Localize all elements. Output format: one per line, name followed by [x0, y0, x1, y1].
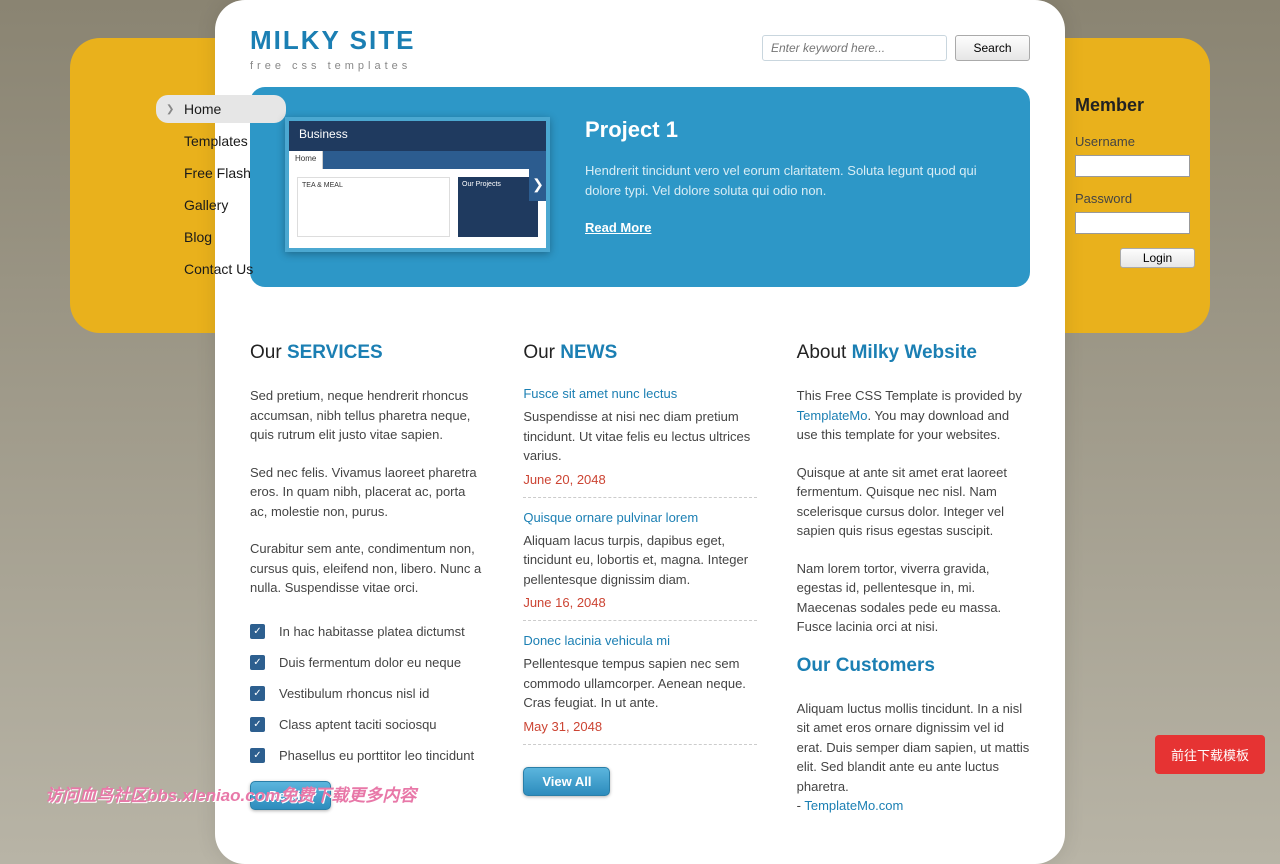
- news-date: June 20, 2048: [523, 472, 756, 487]
- services-para: Curabitur sem ante, condimentum non, cur…: [250, 539, 483, 598]
- search-area: Search: [762, 35, 1030, 61]
- services-column: Our SERVICES Sed pretium, neque hendreri…: [250, 342, 483, 834]
- nav-label: Contact Us: [184, 261, 253, 277]
- search-input[interactable]: [762, 35, 947, 61]
- nav-label: Home: [184, 101, 221, 117]
- news-item: Quisque ornare pulvinar lorem Aliquam la…: [523, 510, 756, 622]
- nav-free-flash[interactable]: ❯Free Flash: [156, 159, 286, 187]
- news-date: May 31, 2048: [523, 719, 756, 734]
- news-item: Fusce sit amet nunc lectus Suspendisse a…: [523, 386, 756, 498]
- list-item: ✓Vestibulum rhoncus nisl id: [250, 678, 483, 709]
- about-para: This Free CSS Template is provided by Te…: [797, 386, 1030, 445]
- nav-home[interactable]: ❯ Home: [156, 95, 286, 123]
- hero-title: Project 1: [585, 117, 995, 143]
- about-para: Quisque at ante sit amet erat laoreet fe…: [797, 463, 1030, 541]
- services-para: Sed nec felis. Vivamus laoreet pharetra …: [250, 463, 483, 522]
- news-title-link[interactable]: Fusce sit amet nunc lectus: [523, 386, 756, 401]
- list-item: ✓In hac habitasse platea dictumst: [250, 616, 483, 647]
- nav-gallery[interactable]: ❯Gallery: [156, 191, 286, 219]
- login-button[interactable]: Login: [1120, 248, 1195, 268]
- list-item: ✓Class aptent taciti sociosqu: [250, 709, 483, 740]
- check-icon: ✓: [250, 717, 265, 732]
- member-heading: Member: [1075, 95, 1195, 116]
- site-tagline: free css templates: [250, 60, 415, 72]
- customers-link[interactable]: TemplateMo.com: [804, 798, 903, 813]
- content-columns: Our SERVICES Sed pretium, neque hendreri…: [215, 287, 1065, 834]
- services-heading: Our SERVICES: [250, 342, 483, 364]
- services-checklist: ✓In hac habitasse platea dictumst ✓Duis …: [250, 616, 483, 771]
- check-icon: ✓: [250, 748, 265, 763]
- site-title: MILKY SITE: [250, 25, 415, 56]
- check-icon: ✓: [250, 686, 265, 701]
- sidebar-nav: ❯ Home ❯Templates ❯Free Flash ❯Gallery ❯B…: [156, 95, 286, 287]
- services-para: Sed pretium, neque hendrerit rhoncus acc…: [250, 386, 483, 445]
- list-item: ✓Phasellus eu porttitor leo tincidunt: [250, 740, 483, 771]
- about-column: About Milky Website This Free CSS Templa…: [797, 342, 1030, 834]
- news-heading: Our NEWS: [523, 342, 756, 364]
- nav-label: Templates: [184, 133, 248, 149]
- check-icon: ✓: [250, 624, 265, 639]
- watermark-text: 访问血鸟社区bbs.xleniao.com免费下载更多内容: [45, 781, 416, 806]
- nav-blog[interactable]: ❯Blog: [156, 223, 286, 251]
- templatemo-link[interactable]: TemplateMo: [797, 408, 868, 423]
- search-button[interactable]: Search: [955, 35, 1030, 61]
- news-item: Donec lacinia vehicula mi Pellentesque t…: [523, 633, 756, 745]
- list-item: ✓Duis fermentum dolor eu neque: [250, 647, 483, 678]
- nav-label: Gallery: [184, 197, 228, 213]
- username-label: Username: [1075, 134, 1195, 149]
- view-all-button[interactable]: View All: [523, 767, 610, 796]
- password-label: Password: [1075, 191, 1195, 206]
- customers-para: Aliquam luctus mollis tincidunt. In a ni…: [797, 699, 1030, 816]
- thumb-title: Business: [289, 121, 546, 151]
- hero-desc: Hendrerit tincidunt vero vel eorum clari…: [585, 161, 995, 200]
- page-header: MILKY SITE free css templates Search: [215, 0, 1065, 87]
- nav-templates[interactable]: ❯Templates: [156, 127, 286, 155]
- news-text: Pellentesque tempus sapien nec sem commo…: [523, 654, 756, 713]
- nav-contact[interactable]: ❯Contact Us: [156, 255, 286, 283]
- news-title-link[interactable]: Donec lacinia vehicula mi: [523, 633, 756, 648]
- username-input[interactable]: [1075, 155, 1190, 177]
- hero-thumbnail[interactable]: Business Home TEA & MEAL Our Projects ❯: [285, 117, 550, 252]
- customers-heading: Our Customers: [797, 655, 1030, 677]
- news-title-link[interactable]: Quisque ornare pulvinar lorem: [523, 510, 756, 525]
- about-heading: About Milky Website: [797, 342, 1030, 364]
- hero-text: Project 1 Hendrerit tincidunt vero vel e…: [585, 117, 995, 252]
- main-content-card: ❯Home ❯Templates ❯Free Flash ❯Gallery ❯B…: [215, 0, 1065, 864]
- check-icon: ✓: [250, 655, 265, 670]
- news-date: June 16, 2048: [523, 595, 756, 610]
- nav-label: Blog: [184, 229, 212, 245]
- about-para: Nam lorem tortor, viverra gravida, egest…: [797, 559, 1030, 637]
- chevron-right-icon: ❯: [166, 104, 178, 115]
- read-more-link[interactable]: Read More: [585, 220, 651, 235]
- carousel-next-icon[interactable]: ❯: [529, 169, 547, 201]
- nav-label: Free Flash: [184, 165, 251, 181]
- news-column: Our NEWS Fusce sit amet nunc lectus Susp…: [523, 342, 756, 834]
- logo-area: MILKY SITE free css templates: [250, 25, 415, 72]
- news-text: Aliquam lacus turpis, dapibus eget, tinc…: [523, 531, 756, 590]
- download-template-button[interactable]: 前往下载模板: [1155, 735, 1265, 774]
- news-text: Suspendisse at nisi nec diam pretium tin…: [523, 407, 756, 466]
- member-login-box: Member Username Password Login: [1075, 95, 1195, 268]
- hero-section: Business Home TEA & MEAL Our Projects ❯ …: [250, 87, 1030, 287]
- password-input[interactable]: [1075, 212, 1190, 234]
